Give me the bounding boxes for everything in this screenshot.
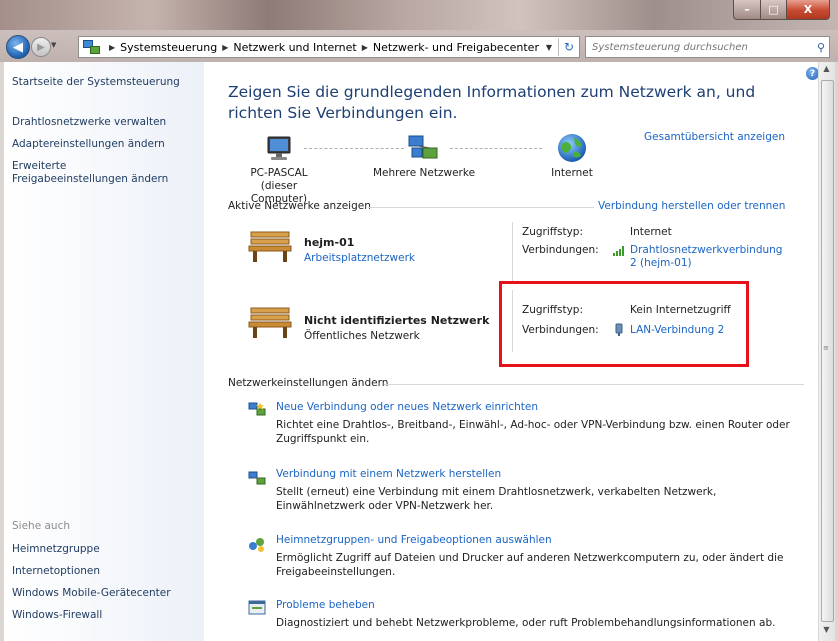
access-type-label: Zugriffstyp: (522, 304, 583, 316)
network-type-link[interactable]: Arbeitsplatznetzwerk (304, 252, 415, 264)
search-input[interactable] (586, 40, 813, 54)
connect-network-icon (248, 471, 266, 485)
node-label-networks: Mehrere Netzwerke (372, 167, 476, 179)
task-description: Ermöglicht Zugriff auf Dateien und Druck… (276, 552, 784, 578)
network-bench-icon (248, 231, 292, 262)
page-title: Zeigen Sie die grundlegenden Information… (228, 83, 756, 122)
task-new-connection-link[interactable]: Neue Verbindung oder neues Netzwerk einr… (276, 401, 538, 413)
forward-button[interactable]: ▶ (31, 37, 51, 57)
multiple-networks-icon[interactable] (406, 134, 440, 164)
overview-link[interactable]: Gesamtübersicht anzeigen (644, 131, 785, 143)
breadcrumb-netzwerk-und-internet[interactable]: Netzwerk und Internet (233, 41, 356, 54)
main-content: Zeigen Sie die grundlegenden Information… (204, 62, 818, 641)
breadcrumb-separator-icon: ▶ (109, 42, 116, 52)
scroll-up-icon[interactable]: ▲ (821, 64, 832, 78)
network-type: Öffentliches Netzwerk (304, 330, 420, 342)
close-button[interactable]: X (787, 0, 830, 20)
address-row: ◀ ▶ ▼ ▶ Systemsteuerung ▶ Netzwerk und I… (0, 30, 838, 62)
client-area: Startseite der Systemsteuerung Drahtlosn… (4, 62, 835, 641)
forward-arrow-icon: ▶ (37, 41, 45, 53)
computer-icon[interactable] (263, 135, 295, 163)
search-icon[interactable]: ⚲ (813, 41, 829, 54)
node-label-internet: Internet (551, 167, 593, 179)
caption-buttons: – □ X (733, 0, 830, 20)
sidebar-item-adaptereinstellungen[interactable]: Adaptereinstellungen ändern (12, 138, 165, 151)
sidebar-item-startseite[interactable]: Startseite der Systemsteuerung (12, 76, 180, 89)
task-description: Diagnostiziert und behebt Netzwerkproble… (276, 617, 776, 629)
vertical-separator (512, 222, 513, 284)
back-button[interactable]: ◀ (6, 35, 30, 59)
breadcrumb-separator-icon[interactable]: ▶ (222, 43, 228, 52)
back-arrow-icon: ◀ (13, 39, 23, 55)
vertical-scrollbar[interactable]: ▲ ≡ ▼ (818, 62, 835, 641)
network-bench-icon (248, 307, 292, 338)
sidebar-link-heimnetzgruppe[interactable]: Heimnetzgruppe (12, 543, 100, 556)
internet-globe-icon[interactable] (556, 132, 588, 164)
address-dropdown-icon[interactable]: ▼ (546, 43, 552, 52)
task-description: Stellt (erneut) eine Verbindung mit eine… (276, 486, 717, 512)
breadcrumb-freigabecenter[interactable]: Netzwerk- und Freigabecenter (373, 41, 539, 54)
connection-line (450, 148, 542, 149)
task-description: Richtet eine Drahtlos-, Breitband-, Einw… (276, 419, 790, 445)
sidebar-link-internetoptionen[interactable]: Internetoptionen (12, 565, 100, 578)
scroll-down-icon[interactable]: ▼ (821, 625, 832, 639)
vertical-separator (512, 290, 513, 352)
new-connection-icon (248, 402, 266, 416)
homegroup-icon (249, 538, 264, 552)
access-type-label: Zugriffstyp: (522, 226, 583, 238)
settings-title: Netzwerkeinstellungen ändern (228, 377, 389, 389)
address-tail: ▼ ↻ (546, 37, 579, 57)
breadcrumb: ▶ Systemsteuerung ▶ Netzwerk und Interne… (104, 41, 539, 54)
sidebar-link-mobile-geraetecenter[interactable]: Windows Mobile-Gerätecenter (12, 587, 171, 600)
address-bar[interactable]: ▶ Systemsteuerung ▶ Netzwerk und Interne… (78, 36, 580, 58)
sidebar: Startseite der Systemsteuerung Drahtlosn… (4, 62, 204, 641)
sidebar-item-freigabeeinstellungen[interactable]: Erweiterte Freigabeeinstellungen ändern (12, 160, 168, 186)
refresh-icon[interactable]: ↻ (558, 38, 579, 56)
network-name: Nicht identifiziertes Netzwerk (304, 314, 490, 327)
connect-disconnect-link[interactable]: Verbindung herstellen oder trennen (598, 200, 785, 212)
wifi-signal-icon (613, 246, 624, 256)
task-homegroup-link[interactable]: Heimnetzgruppen- und Freigabeoptionen au… (276, 534, 552, 546)
network-location-icon (82, 40, 100, 54)
task-connect-network-link[interactable]: Verbindung mit einem Netzwerk herstellen (276, 468, 501, 480)
sidebar-item-drahtlosnetzwerke[interactable]: Drahtlosnetzwerke verwalten (12, 116, 166, 129)
lan-connection-icon (615, 323, 623, 336)
lan-connection-link[interactable]: LAN-Verbindung 2 (630, 324, 724, 337)
access-type-value: Kein Internetzugriff (630, 304, 731, 316)
scroll-grip-icon: ≡ (823, 344, 829, 352)
section-divider (368, 207, 594, 208)
minimize-button[interactable]: – (733, 0, 761, 20)
recent-pages-dropdown[interactable]: ▼ (51, 41, 56, 49)
connection-line (304, 148, 404, 149)
connections-label: Verbindungen: (522, 324, 599, 336)
window: – □ X ◀ ▶ ▼ ▶ Systemsteuerung ▶ Netzwerk… (0, 0, 838, 641)
title-bar[interactable]: – □ X (0, 0, 838, 30)
section-divider (384, 384, 804, 385)
search-box[interactable]: ⚲ (585, 36, 830, 58)
sidebar-link-firewall[interactable]: Windows-Firewall (12, 609, 102, 622)
connections-label: Verbindungen: (522, 244, 599, 256)
access-type-value: Internet (630, 226, 672, 238)
wireless-connection-link[interactable]: Drahtlosnetzwerkverbindung 2 (hejm-01) (630, 244, 790, 270)
task-troubleshoot-link[interactable]: Probleme beheben (276, 599, 375, 611)
troubleshoot-icon (248, 600, 266, 615)
breadcrumb-systemsteuerung[interactable]: Systemsteuerung (120, 41, 217, 54)
network-name: hejm-01 (304, 236, 355, 249)
see-also-label: Siehe auch (12, 520, 71, 532)
active-networks-title: Aktive Netzwerke anzeigen (228, 200, 371, 212)
maximize-button[interactable]: □ (761, 0, 787, 20)
breadcrumb-separator-icon[interactable]: ▶ (362, 43, 368, 52)
